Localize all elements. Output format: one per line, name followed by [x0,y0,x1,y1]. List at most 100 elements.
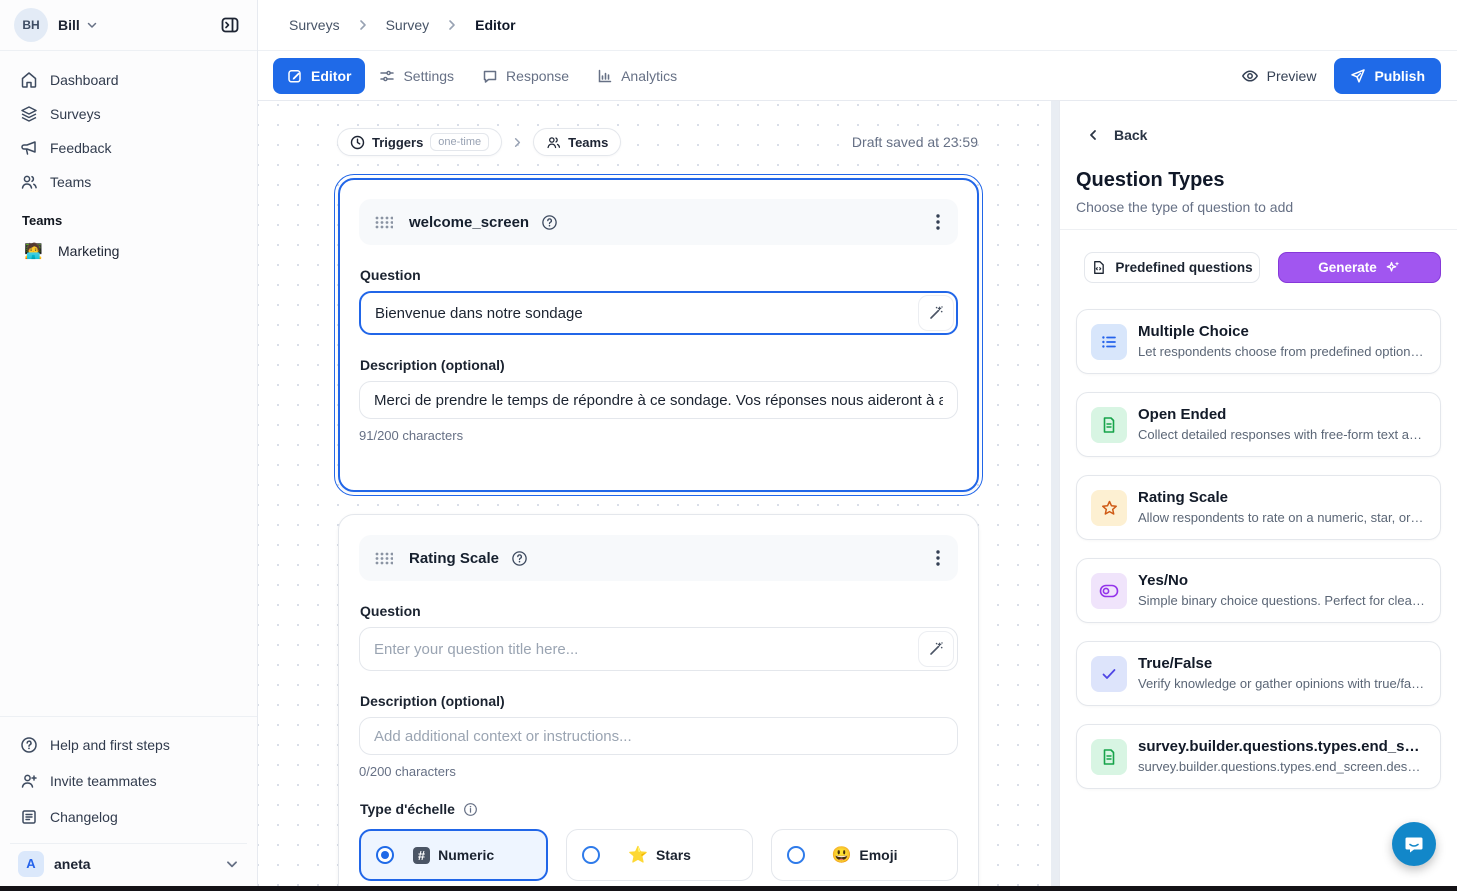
kebab-menu-icon[interactable] [932,546,944,570]
card-header: Rating Scale [359,535,958,581]
checkmark-icon [1091,656,1127,692]
avatar[interactable]: BH [14,8,48,42]
question-card-welcome-screen[interactable]: welcome_screen Question Description (opt… [338,178,979,492]
sidebar-item-surveys[interactable]: Surveys [10,97,247,131]
breadcrumb-editor: Editor [475,17,515,33]
home-icon [20,71,38,89]
breadcrumb-survey[interactable]: Survey [386,17,430,33]
scale-option-numeric[interactable]: # Numeric [359,829,548,881]
question-type-title: survey.builder.questions.types.end_scr..… [1138,738,1426,755]
radio-icon [787,846,805,864]
publish-label: Publish [1374,68,1425,84]
sidebar-item-dashboard[interactable]: Dashboard [10,63,247,97]
star-emoji-icon: ⭐ [628,845,648,865]
scale-option-stars[interactable]: ⭐ Stars [566,829,753,881]
tab-label: Editor [311,68,351,84]
breadcrumb-surveys[interactable]: Surveys [289,17,340,33]
sidebar-item-changelog[interactable]: Changelog [10,799,247,835]
generate-button[interactable]: Generate [1278,252,1441,283]
radio-checked-icon [376,846,394,864]
question-type-description: survey.builder.questions.types.end_scree… [1138,759,1426,774]
scale-type-label: Type d'échelle [360,801,958,817]
question-label: Question [360,267,958,283]
char-count: 91/200 characters [359,428,958,443]
question-type-true-false[interactable]: True/False Verify knowledge or gather op… [1076,641,1441,706]
survey-canvas: Triggers one-time Teams Draft saved at 2… [258,101,1059,891]
document-icon [1091,739,1127,775]
description-input[interactable] [359,381,958,419]
workspace-switcher[interactable]: A aneta [10,843,247,883]
sidebar-item-feedback[interactable]: Feedback [10,131,247,165]
triggers-chip-label: Triggers [372,135,423,150]
question-type-description: Collect detailed responses with free-for… [1138,427,1426,442]
breadcrumb: Surveys Survey Editor [258,0,1457,51]
drag-handle-icon[interactable] [375,216,393,229]
help-circle-icon[interactable] [541,214,558,231]
back-button[interactable]: Back [1086,127,1457,143]
pencil-square-icon [287,68,303,84]
scale-type-options: # Numeric ⭐ Stars 😃 Emoji [359,829,958,881]
workspace-name: aneta [54,856,91,872]
question-input[interactable] [359,291,958,335]
sidebar-item-marketing[interactable]: 🧑‍💻 Marketing [10,234,247,268]
magic-wand-icon [928,305,944,321]
editor-toolbar: Editor Settings Response Analytics Previ… [258,51,1457,101]
user-name[interactable]: Bill [58,17,80,33]
question-type-list: Multiple Choice Let respondents choose f… [1076,309,1441,789]
char-count: 0/200 characters [359,764,958,779]
sliders-icon [379,68,395,84]
question-card-rating-scale[interactable]: Rating Scale Question Description (optio… [338,514,979,891]
sidebar-item-teams[interactable]: Teams [10,165,247,199]
question-type-open-ended[interactable]: Open Ended Collect detailed responses wi… [1076,392,1441,457]
help-circle-icon[interactable] [511,550,528,567]
publish-button[interactable]: Publish [1334,58,1441,94]
question-type-description: Let respondents choose from predefined o… [1138,344,1426,359]
users-icon [546,135,561,150]
tab-response[interactable]: Response [468,58,583,94]
sidebar-item-label: Dashboard [50,72,119,88]
question-type-end-screen[interactable]: survey.builder.questions.types.end_scr..… [1076,724,1441,789]
chat-launcher-button[interactable] [1392,822,1436,866]
panel-buttons: Predefined questions Generate [1084,252,1441,283]
magic-wand-button[interactable] [918,295,954,331]
send-icon [1350,68,1366,84]
kebab-menu-icon[interactable] [932,210,944,234]
triggers-chip[interactable]: Triggers one-time [337,128,502,156]
drag-handle-icon[interactable] [375,552,393,565]
description-label: Description (optional) [360,693,958,709]
card-header: welcome_screen [359,199,958,245]
help-circle-icon [20,736,38,754]
sidebar-item-invite[interactable]: Invite teammates [10,763,247,799]
survey-editor-app: BH Bill Dashboard Surveys [0,0,1457,891]
predefined-questions-label: Predefined questions [1115,260,1252,275]
tab-editor[interactable]: Editor [273,58,365,94]
tab-analytics[interactable]: Analytics [583,58,691,94]
question-type-rating-scale[interactable]: Rating Scale Allow respondents to rate o… [1076,475,1441,540]
question-type-multiple-choice[interactable]: Multiple Choice Let respondents choose f… [1076,309,1441,374]
teams-chip[interactable]: Teams [533,128,621,156]
sidebar-item-label: Help and first steps [50,737,170,753]
preview-button[interactable]: Preview [1241,67,1317,85]
magic-wand-button[interactable] [918,631,954,667]
predefined-questions-button[interactable]: Predefined questions [1084,252,1260,283]
question-type-title: Open Ended [1138,406,1426,423]
question-input[interactable] [359,627,958,671]
question-type-yes-no[interactable]: Yes/No Simple binary choice questions. P… [1076,558,1441,623]
chevron-right-icon [445,18,459,32]
canvas-scrollbar[interactable] [1051,101,1059,891]
tab-label: Response [506,68,569,84]
sidebar-collapse-icon[interactable] [215,10,245,40]
description-input[interactable] [359,717,958,755]
generate-label: Generate [1318,260,1377,275]
sidebar-item-help[interactable]: Help and first steps [10,727,247,763]
chevron-down-icon[interactable] [86,19,98,31]
technologist-emoji-icon: 🧑‍💻 [24,242,48,260]
smiley-emoji-icon: 😃 [831,845,851,865]
chat-bubble-icon [482,68,498,84]
panel-title: Question Types [1076,169,1457,192]
workspace-avatar: A [18,851,44,877]
tab-settings[interactable]: Settings [365,58,468,94]
bar-chart-icon [597,68,613,84]
back-label: Back [1114,127,1147,143]
scale-option-emoji[interactable]: 😃 Emoji [771,829,958,881]
